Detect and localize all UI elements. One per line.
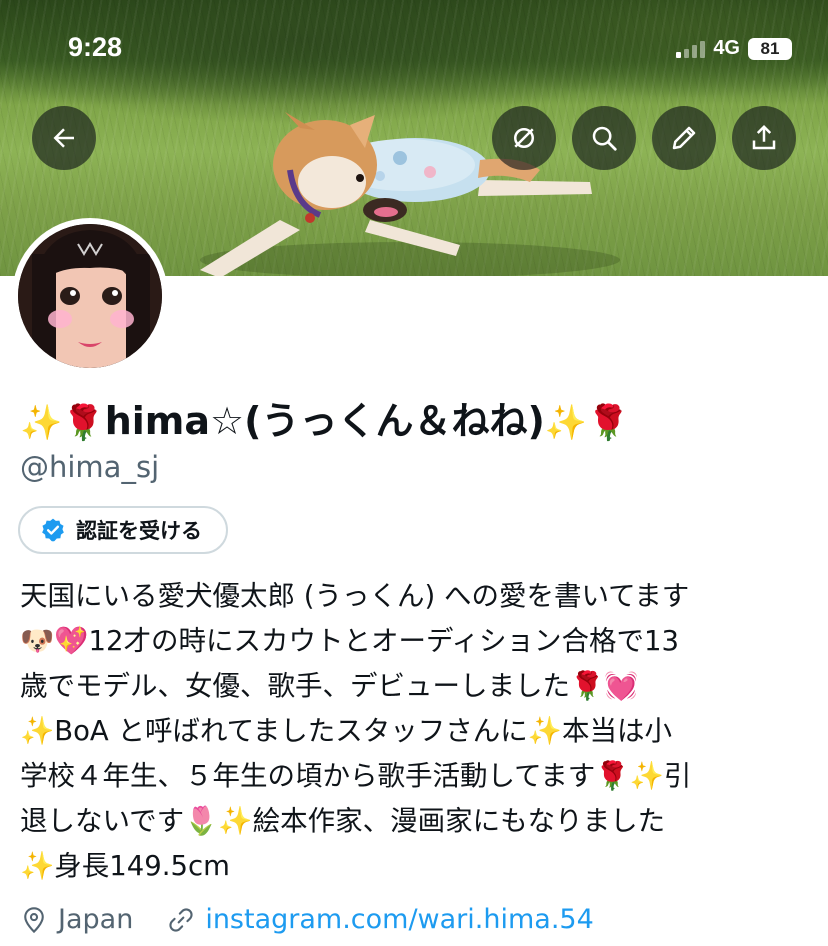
- profile-meta: Japan instagram.com/wari.hima.54: [20, 904, 594, 935]
- edit-icon: [672, 126, 696, 150]
- location-pin-icon: [24, 906, 44, 933]
- profile-handle: @hima_sj: [20, 450, 160, 484]
- status-indicators: 4G 81: [676, 37, 792, 60]
- bio-line: ✨BoA と呼ばれてましたスタッフさんに✨本当は小: [20, 715, 673, 747]
- bio-line: 🐶💖12才の時にスカウトとオーディション合格で13: [20, 625, 680, 657]
- profile-location: Japan: [58, 904, 134, 935]
- edit-button[interactable]: [652, 106, 716, 170]
- sparkle-emoji: ✨: [544, 403, 588, 443]
- get-verified-label: 認証を受ける: [76, 519, 202, 543]
- back-icon: [53, 128, 74, 148]
- verified-badge-icon: [42, 518, 64, 542]
- bio-line: 退しないです🌷✨絵本作家、漫画家にもなりました: [20, 805, 666, 837]
- profile-bio: 天国にいる愛犬優太郎 (うっくん) への愛を書いてます 🐶💖12才の時にスカウト…: [20, 574, 810, 889]
- sparkle-emoji: ✨: [20, 403, 63, 443]
- rose-emoji: 🌹: [62, 403, 105, 443]
- search-button[interactable]: [572, 106, 636, 170]
- network-type: 4G: [713, 37, 740, 59]
- get-verified-button[interactable]: 認証を受ける: [18, 506, 228, 554]
- display-name-text: hima☆(うっくん＆ねね): [104, 399, 545, 443]
- share-button[interactable]: [732, 106, 796, 170]
- bio-line: ✨身長149.5cm: [20, 850, 230, 882]
- profile-avatar[interactable]: [12, 218, 168, 374]
- battery-level: 81: [748, 37, 792, 60]
- bio-line: 歳でモデル、女優、歌手、デビューしました🌹💓: [20, 670, 639, 702]
- link-icon: [169, 907, 193, 932]
- unfollow-circle-icon: [514, 128, 534, 148]
- avatar-image: [18, 224, 162, 368]
- signal-strength-icon: [676, 40, 706, 58]
- avatar-face-illustration: [18, 224, 162, 368]
- status-time: 9:28: [68, 32, 123, 62]
- bio-line: 天国にいる愛犬優太郎 (うっくん) への愛を書いてます: [20, 580, 690, 612]
- share-icon: [752, 124, 776, 150]
- bio-line: 学校４年生、５年生の頃から歌手活動してます🌹✨引: [20, 760, 692, 792]
- display-name: ✨🌹hima☆(うっくん＆ねね)✨🌹: [20, 390, 630, 445]
- search-icon: [592, 126, 617, 151]
- rose-emoji: 🌹: [587, 403, 630, 443]
- back-button[interactable]: [32, 106, 96, 170]
- profile-website-link[interactable]: instagram.com/wari.hima.54: [205, 904, 593, 935]
- unfollow-topic-button[interactable]: [492, 106, 556, 170]
